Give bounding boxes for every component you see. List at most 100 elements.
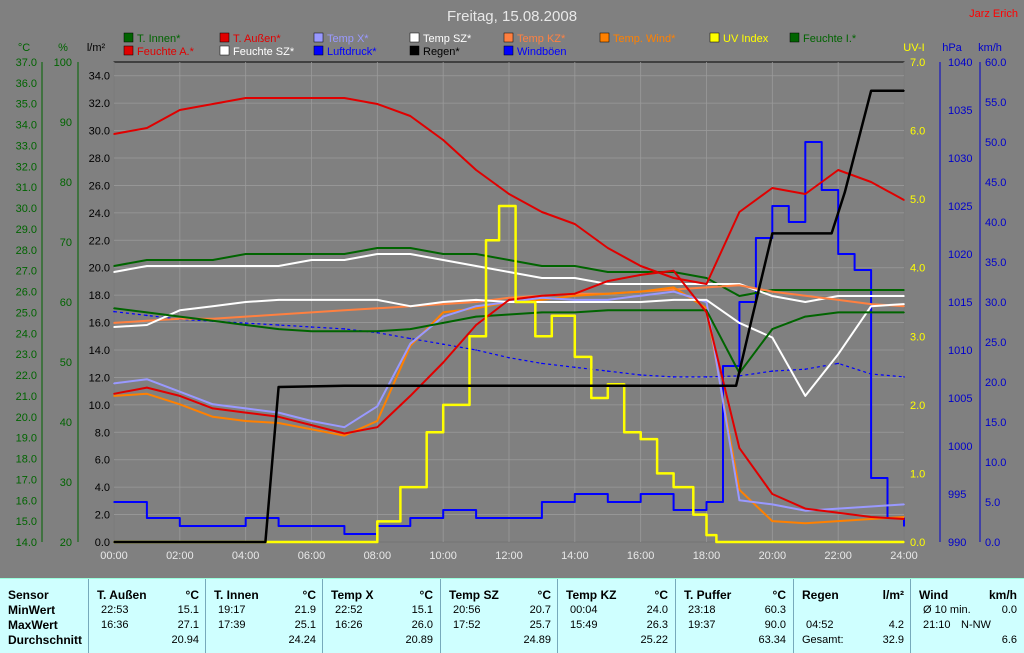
wind-unit-label: km/h <box>978 42 1002 54</box>
summary-average-value: 20.89 <box>405 634 433 646</box>
time-tick-label: 16:00 <box>627 550 655 562</box>
summary-min-time: 19:17 <box>218 604 246 616</box>
summary-rain-value: 4.2 <box>888 619 904 631</box>
data-point-uv-index <box>442 404 445 406</box>
data-point-temp-x <box>376 405 379 408</box>
data-point-feuchte-a <box>212 103 214 105</box>
summary-rain-total-label: Gesamt: <box>802 634 844 646</box>
summary-column: T. Innen °C 19:17 21.9 17:39 25.1 24.24 <box>205 579 322 653</box>
data-point-temp-kz <box>837 299 839 301</box>
data-point-feuchte-sz <box>903 295 905 297</box>
data-point-feuchte-sz <box>475 265 477 267</box>
data-point-feuchte-sz <box>837 295 839 297</box>
summary-min-value: 15.1 <box>411 604 433 616</box>
data-point-temp-sz <box>343 299 346 301</box>
data-point-t-außen <box>804 507 807 510</box>
data-point-temp-sz <box>639 301 642 303</box>
rain-tick-label: 18.0 <box>89 290 110 302</box>
data-point-feuchte-i <box>639 271 642 273</box>
data-point-feuchte-i <box>475 253 477 255</box>
data-point-temp-kz <box>705 286 708 289</box>
data-point-luftdruck <box>705 376 708 378</box>
legend-label: Regen* <box>423 46 460 58</box>
data-point-temp-sz <box>541 301 543 303</box>
data-point-temp-kz <box>442 303 445 305</box>
data-point-windböen <box>607 501 609 503</box>
data-point-t-außen <box>475 324 477 326</box>
data-point-temp-x <box>475 305 477 308</box>
data-point-t-innen <box>475 315 477 318</box>
data-point-uv-index <box>399 486 402 488</box>
data-point-temp-sz <box>574 301 576 303</box>
temp-tick-label: 28.0 <box>16 245 37 257</box>
data-point-feuchte-sz <box>409 253 412 255</box>
data-point-feuchte-sz <box>804 301 807 303</box>
summary-max-time: 16:26 <box>335 619 363 631</box>
data-point-feuchte-sz <box>870 295 872 297</box>
data-point-t-innen <box>179 315 181 318</box>
data-point-t-außen <box>310 424 313 426</box>
data-point-t-außen <box>705 311 708 314</box>
humidity-tick-label: 90 <box>60 117 72 129</box>
data-point-regen <box>264 541 267 543</box>
pressure-tick-label: 1035 <box>948 105 972 117</box>
legend-swatch <box>409 45 420 56</box>
data-point-t-außen <box>771 493 774 495</box>
legend-label: T. Innen* <box>137 33 181 45</box>
summary-max-time: 16:36 <box>101 619 129 631</box>
data-point-feuchte-a <box>179 109 181 111</box>
data-point-luftdruck <box>574 366 576 369</box>
data-point-temp-sz <box>903 303 905 305</box>
data-point-feuchte-a <box>870 181 872 183</box>
data-point-feuchte-a <box>376 103 379 105</box>
data-point-windböen <box>343 533 346 535</box>
data-point-windböen <box>146 517 148 519</box>
temp-tick-label: 35.0 <box>16 99 37 111</box>
humidity-tick-label: 100 <box>54 57 72 69</box>
data-point-temp-wind <box>179 403 181 406</box>
summary-wind-name: Wind <box>919 588 949 602</box>
data-point-temp-x <box>310 420 313 422</box>
uv-tick-label: 2.0 <box>910 400 925 412</box>
data-point-luftdruck <box>837 362 839 365</box>
data-point-feuchte-i <box>212 259 214 261</box>
data-point-feuchte-i <box>409 247 412 249</box>
data-point-uv-index <box>498 205 500 207</box>
data-point-t-innen <box>376 330 379 333</box>
legend-label: UV Index <box>723 33 769 45</box>
data-point-feuchte-a <box>771 187 774 189</box>
data-point-uv-index <box>672 486 675 488</box>
summary-unit: °C <box>654 588 668 602</box>
temp-tick-label: 23.0 <box>16 349 37 361</box>
data-point-feuchte-sz <box>672 283 675 285</box>
pressure-tick-label: 1030 <box>948 153 972 165</box>
data-point-t-innen <box>244 324 247 326</box>
data-point-temp-sz <box>870 305 872 308</box>
humidity-tick-label: 20 <box>60 537 72 549</box>
legend-label: Feuchte I.* <box>803 33 857 45</box>
data-point-uv-index <box>574 356 576 358</box>
data-point-temp-wind <box>837 520 839 522</box>
time-tick-label: 24:00 <box>890 550 918 562</box>
summary-min-value: 60.3 <box>764 604 786 616</box>
rain-tick-label: 10.0 <box>89 400 110 412</box>
data-point-feuchte-i <box>738 295 741 297</box>
time-tick-label: 12:00 <box>495 550 523 562</box>
data-point-temp-kz <box>508 297 510 299</box>
data-point-uv-index <box>376 520 379 523</box>
pressure-tick-label: 995 <box>948 489 966 501</box>
data-point-temp-kz <box>343 309 346 312</box>
data-point-feuchte-a <box>705 283 708 285</box>
data-point-uv-index <box>514 301 517 303</box>
data-point-feuchte-a <box>672 277 675 279</box>
temp-tick-label: 20.0 <box>16 412 37 424</box>
data-point-uv-index <box>425 431 428 434</box>
temp-tick-label: 19.0 <box>16 433 37 445</box>
data-point-t-innen <box>113 307 115 310</box>
data-point-temp-kz <box>244 315 247 318</box>
wind-tick-label: 45.0 <box>985 177 1006 189</box>
temp-tick-label: 30.0 <box>16 203 37 215</box>
data-point-feuchte-a <box>343 97 346 99</box>
wind-tick-label: 0.0 <box>985 537 1000 549</box>
pressure-unit-label: hPa <box>942 42 962 54</box>
